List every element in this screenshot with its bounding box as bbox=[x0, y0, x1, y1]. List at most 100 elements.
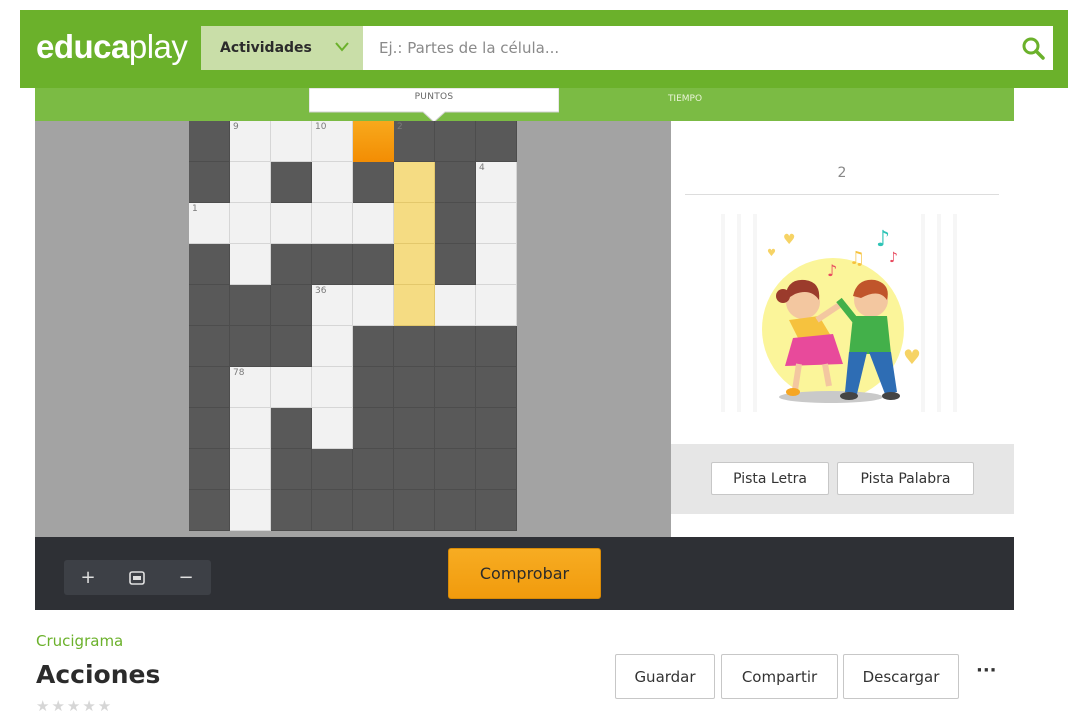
blocked-cell bbox=[476, 449, 517, 490]
blocked-cell bbox=[394, 449, 435, 490]
crossword-cell[interactable] bbox=[271, 367, 312, 408]
educaplay-logo[interactable]: educaplay bbox=[36, 28, 188, 66]
crossword-cell[interactable] bbox=[312, 162, 353, 203]
download-button[interactable]: Descargar bbox=[843, 654, 959, 699]
blocked-cell bbox=[476, 367, 517, 408]
cell-number: 78 bbox=[233, 368, 245, 378]
blocked-cell bbox=[230, 326, 271, 367]
search-input[interactable] bbox=[363, 26, 983, 70]
crossword-cell[interactable]: 36 bbox=[312, 285, 353, 326]
blocked-cell bbox=[312, 449, 353, 490]
zoom-out-button[interactable]: − bbox=[162, 560, 210, 595]
blocked-cell bbox=[271, 244, 312, 285]
blocked-cell bbox=[353, 162, 394, 203]
crossword-cell[interactable] bbox=[394, 203, 435, 244]
svg-text:♪: ♪ bbox=[876, 227, 890, 252]
crossword-cell[interactable]: 78 bbox=[230, 367, 271, 408]
letter-hint-button[interactable]: Pista Letra bbox=[711, 462, 829, 495]
save-button[interactable]: Guardar bbox=[615, 654, 715, 699]
points-tab: PUNTOS bbox=[309, 88, 559, 122]
crossword-cell[interactable] bbox=[312, 203, 353, 244]
crossword-cell[interactable] bbox=[476, 203, 517, 244]
blocked-cell bbox=[476, 326, 517, 367]
blocked-cell bbox=[394, 326, 435, 367]
crossword-cell[interactable] bbox=[476, 244, 517, 285]
crossword-cell[interactable]: 1 bbox=[189, 203, 230, 244]
blocked-cell bbox=[312, 490, 353, 531]
svg-text:♪: ♪ bbox=[889, 250, 898, 266]
crossword-cell[interactable] bbox=[230, 449, 271, 490]
cell-number: 1 bbox=[192, 204, 198, 214]
crossword-grid: 9 10 2 4 1 36 78 bbox=[189, 121, 517, 531]
activities-dropdown[interactable]: Actividades bbox=[201, 26, 363, 70]
svg-text:♥: ♥ bbox=[903, 345, 921, 369]
blocked-cell bbox=[189, 408, 230, 449]
cell-number: 4 bbox=[479, 163, 485, 173]
crossword-cell[interactable] bbox=[476, 285, 517, 326]
search-box bbox=[363, 26, 1053, 70]
check-button[interactable]: Comprobar bbox=[448, 548, 601, 599]
zoom-in-button[interactable]: + bbox=[64, 560, 112, 595]
blocked-cell bbox=[189, 326, 230, 367]
crossword-cell[interactable] bbox=[394, 285, 435, 326]
crossword-cell[interactable] bbox=[353, 203, 394, 244]
crossword-cell[interactable] bbox=[230, 244, 271, 285]
rating-stars[interactable]: ★★★★★ bbox=[36, 697, 113, 715]
crossword-cell[interactable] bbox=[271, 203, 312, 244]
blocked-cell bbox=[353, 408, 394, 449]
crossword-cell[interactable] bbox=[271, 121, 312, 162]
svg-text:♥: ♥ bbox=[783, 232, 796, 248]
blocked-cell bbox=[189, 490, 230, 531]
blocked-cell bbox=[353, 326, 394, 367]
crossword-cell[interactable] bbox=[353, 285, 394, 326]
blocked-cell bbox=[435, 203, 476, 244]
fit-screen-button[interactable] bbox=[113, 560, 161, 595]
blocked-cell bbox=[271, 162, 312, 203]
blocked-cell bbox=[189, 367, 230, 408]
blocked-cell bbox=[353, 244, 394, 285]
crossword-cell[interactable] bbox=[312, 367, 353, 408]
blocked-cell bbox=[189, 244, 230, 285]
blocked-cell bbox=[435, 121, 476, 162]
crossword-cell[interactable] bbox=[312, 408, 353, 449]
svg-text:♥: ♥ bbox=[767, 248, 776, 259]
cell-number: 9 bbox=[233, 122, 239, 132]
word-hint-button[interactable]: Pista Palabra bbox=[837, 462, 974, 495]
cell-number: 2 bbox=[397, 122, 403, 132]
blocked-cell bbox=[189, 162, 230, 203]
crossword-cell[interactable] bbox=[230, 162, 271, 203]
crossword-cell[interactable] bbox=[394, 162, 435, 203]
children-dancing-image: ♪ ♫ ♪ ♪ ♥ ♥ ♥ bbox=[681, 214, 1003, 412]
crossword-cell[interactable]: 10 bbox=[312, 121, 353, 162]
search-icon[interactable] bbox=[1021, 36, 1045, 60]
crossword-cell[interactable] bbox=[230, 203, 271, 244]
blocked-cell bbox=[394, 367, 435, 408]
blocked-cell bbox=[394, 408, 435, 449]
activity-type[interactable]: Crucigrama bbox=[36, 632, 123, 650]
more-options-button[interactable]: ··· bbox=[976, 660, 997, 681]
clue-number: 2 bbox=[837, 165, 847, 181]
crossword-cell[interactable] bbox=[230, 408, 271, 449]
blocked-cell bbox=[271, 285, 312, 326]
blocked-cell bbox=[435, 326, 476, 367]
blocked-cell bbox=[271, 490, 312, 531]
crossword-cell[interactable]: 9 bbox=[230, 121, 271, 162]
crossword-cell[interactable]: 4 bbox=[476, 162, 517, 203]
active-cell[interactable] bbox=[353, 121, 394, 162]
crossword-cell[interactable] bbox=[230, 490, 271, 531]
crossword-cell[interactable] bbox=[394, 244, 435, 285]
activities-label: Actividades bbox=[220, 40, 312, 56]
crossword-cell[interactable] bbox=[312, 326, 353, 367]
blocked-cell bbox=[394, 490, 435, 531]
blocked-cell bbox=[353, 367, 394, 408]
chevron-down-icon bbox=[335, 42, 349, 52]
share-button[interactable]: Compartir bbox=[721, 654, 838, 699]
blocked-cell bbox=[476, 408, 517, 449]
blocked-cell bbox=[189, 449, 230, 490]
blocked-cell: 2 bbox=[394, 121, 435, 162]
blocked-cell bbox=[230, 285, 271, 326]
blocked-cell bbox=[435, 367, 476, 408]
blocked-cell bbox=[435, 490, 476, 531]
crossword-cell[interactable] bbox=[435, 285, 476, 326]
cell-number: 36 bbox=[315, 286, 327, 296]
